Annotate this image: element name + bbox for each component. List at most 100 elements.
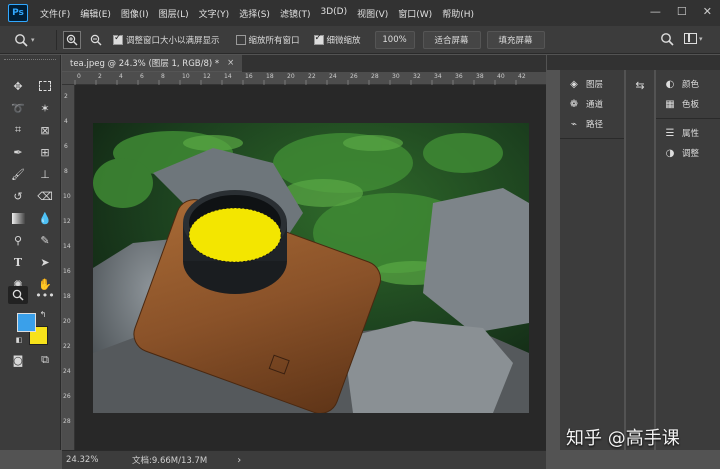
channels-icon: ❁ bbox=[569, 98, 579, 110]
ruler-label: 14 bbox=[224, 73, 232, 80]
menu-type[interactable]: 文字(Y) bbox=[199, 7, 230, 20]
search-button[interactable] bbox=[660, 32, 674, 49]
close-tab-icon[interactable]: × bbox=[227, 58, 234, 68]
layers-panel-button[interactable]: ◈ 图层 bbox=[560, 74, 624, 94]
ruler-label: 4 bbox=[64, 118, 68, 125]
divider bbox=[560, 138, 624, 139]
crop-tool-icon[interactable]: ⌗ bbox=[8, 121, 28, 139]
checkbox-unchecked[interactable] bbox=[235, 34, 246, 45]
channels-panel-button[interactable]: ❁ 通道 bbox=[560, 94, 624, 114]
tea-photo[interactable] bbox=[93, 123, 529, 413]
ruler-label: 2 bbox=[64, 93, 68, 100]
close-icon[interactable]: ✕ bbox=[703, 5, 712, 18]
blur-tool-icon[interactable]: 💧 bbox=[35, 209, 55, 227]
resize-windows-checkbox[interactable]: 调整窗口大小以满屏显示 bbox=[113, 33, 220, 46]
marquee-tool-icon[interactable] bbox=[35, 77, 55, 95]
swatches-panel-button[interactable]: ▦ 色板 bbox=[656, 94, 720, 114]
document-tab[interactable]: tea.jpeg @ 24.3% (图层 1, RGB/8) * × bbox=[62, 55, 242, 72]
ruler-label: 24 bbox=[63, 368, 71, 375]
maximize-icon[interactable]: ☐ bbox=[677, 5, 687, 18]
history-panel-button[interactable]: ⇆ bbox=[626, 74, 654, 96]
workspace-button[interactable]: ▾ bbox=[684, 33, 703, 44]
adjustments-panel-button[interactable]: ◑ 调整 bbox=[656, 143, 720, 163]
paths-icon: ⌁ bbox=[570, 118, 578, 130]
checkbox-checked[interactable] bbox=[313, 33, 324, 45]
window-controls: — ☐ ✕ bbox=[650, 5, 712, 18]
status-arrow-icon[interactable]: › bbox=[237, 455, 241, 466]
gradient-tool-icon[interactable] bbox=[8, 209, 28, 227]
swatches-icon: ▦ bbox=[665, 98, 675, 110]
paths-panel-button[interactable]: ⌁ 路径 bbox=[560, 114, 624, 134]
swap-colors-icon[interactable]: ↰ bbox=[38, 309, 48, 319]
menu-window[interactable]: 窗口(W) bbox=[398, 7, 432, 20]
clone-stamp-tool-icon[interactable]: ⊥ bbox=[35, 165, 55, 183]
history-icon: ⇆ bbox=[635, 78, 645, 92]
pen-tool-icon[interactable]: ✎ bbox=[35, 231, 55, 249]
chevron-down-icon: ▾ bbox=[699, 34, 703, 43]
foreground-color-swatch[interactable] bbox=[17, 313, 36, 332]
color-panel-button[interactable]: ◐ 颜色 bbox=[656, 74, 720, 94]
vertical-ruler[interactable]: 2 4 6 8 10 12 14 16 18 20 22 24 26 28 bbox=[62, 85, 75, 450]
path-selection-tool-icon[interactable]: ➤ bbox=[35, 253, 55, 271]
zoom-in-button[interactable] bbox=[63, 30, 81, 49]
menu-help[interactable]: 帮助(H) bbox=[442, 7, 474, 20]
eraser-tool-icon[interactable]: ⌫ bbox=[35, 187, 55, 205]
menu-bar: Ps 文件(F) 编辑(E) 图像(I) 图层(L) 文字(Y) 选择(S) 滤… bbox=[0, 0, 720, 26]
menu-view[interactable]: 视图(V) bbox=[357, 7, 388, 20]
panel-label: 通道 bbox=[586, 100, 604, 110]
eyedropper-tool-icon[interactable]: ✒ bbox=[8, 143, 28, 161]
menu-filter[interactable]: 滤镜(T) bbox=[280, 7, 311, 20]
fit-screen-button[interactable]: 适合屏幕 bbox=[422, 30, 481, 49]
ruler-label: 2 bbox=[98, 73, 102, 80]
panel-dock-header bbox=[547, 55, 720, 70]
checkbox-checked[interactable] bbox=[113, 33, 123, 45]
history-brush-tool-icon[interactable]: ↺ bbox=[8, 187, 28, 205]
more-tools-icon[interactable]: ••• bbox=[35, 286, 55, 304]
zoom-100-button[interactable]: 100% bbox=[374, 30, 415, 49]
zoom-tool-icon bbox=[15, 33, 28, 47]
app-logo: Ps bbox=[8, 4, 28, 22]
watermark: 知乎 @高手课 bbox=[566, 428, 680, 449]
dodge-tool-icon[interactable]: ⚲ bbox=[8, 231, 28, 249]
ruler-label: 8 bbox=[161, 73, 165, 80]
properties-panel-button[interactable]: ☰ 属性 bbox=[656, 123, 720, 143]
properties-icon: ☰ bbox=[665, 127, 675, 139]
frame-tool-icon[interactable]: ⊠ bbox=[35, 121, 55, 139]
document-title: tea.jpeg @ 24.3% (图层 1, RGB/8) * bbox=[70, 59, 220, 69]
magic-wand-tool-icon[interactable]: ✶ bbox=[35, 99, 55, 117]
menu-3d[interactable]: 3D(D) bbox=[320, 7, 347, 20]
screen-mode-icon[interactable]: ⧉ bbox=[35, 351, 55, 369]
search-icon bbox=[661, 33, 674, 46]
ruler-label: 18 bbox=[266, 73, 274, 80]
panel-dock-right: ◐ 颜色 ▦ 色板 ☰ 属性 ◑ 调整 bbox=[656, 70, 720, 450]
menu-image[interactable]: 图像(I) bbox=[121, 7, 149, 20]
default-colors-icon[interactable]: ◧ bbox=[14, 335, 24, 345]
toolbar-collapse-handle[interactable] bbox=[4, 59, 56, 65]
fill-screen-button[interactable]: 填充屏幕 bbox=[486, 30, 545, 49]
menu-edit[interactable]: 编辑(E) bbox=[80, 7, 111, 20]
zoom-all-windows-checkbox[interactable]: 缩放所有窗口 bbox=[235, 34, 300, 46]
zoom-out-button[interactable] bbox=[87, 31, 105, 49]
type-tool-icon[interactable]: T bbox=[8, 253, 28, 271]
chevron-down-icon: ▾ bbox=[31, 35, 35, 44]
zoom-level[interactable]: 24.32% bbox=[66, 455, 116, 465]
lasso-tool-icon[interactable]: ➰ bbox=[8, 99, 28, 117]
color-icon: ◐ bbox=[665, 78, 675, 90]
zoom-tool-glyph[interactable] bbox=[8, 286, 28, 304]
menu-file[interactable]: 文件(F) bbox=[40, 7, 70, 20]
canvas-area[interactable] bbox=[75, 85, 546, 450]
ruler-label: 10 bbox=[63, 193, 71, 200]
move-tool-icon[interactable]: ✥ bbox=[8, 77, 28, 95]
panel-label: 色板 bbox=[682, 100, 700, 110]
brush-tool-icon[interactable]: 🖌 bbox=[8, 165, 28, 183]
minimize-icon[interactable]: — bbox=[650, 5, 661, 18]
ruler-label: 30 bbox=[392, 73, 400, 80]
tool-preset-picker[interactable]: ▾ bbox=[14, 33, 50, 47]
horizontal-ruler[interactable]: 0 2 4 6 8 10 12 14 16 18 20 22 24 26 28 … bbox=[62, 72, 546, 85]
menu-layer[interactable]: 图层(L) bbox=[159, 7, 189, 20]
healing-brush-tool-icon[interactable]: ⊞ bbox=[35, 143, 55, 161]
menu-select[interactable]: 选择(S) bbox=[239, 7, 270, 20]
zoom-all-label: 缩放所有窗口 bbox=[248, 35, 300, 46]
quick-mask-icon[interactable]: ◙ bbox=[8, 351, 28, 369]
scrubby-zoom-checkbox[interactable]: 细微缩放 bbox=[313, 33, 361, 46]
